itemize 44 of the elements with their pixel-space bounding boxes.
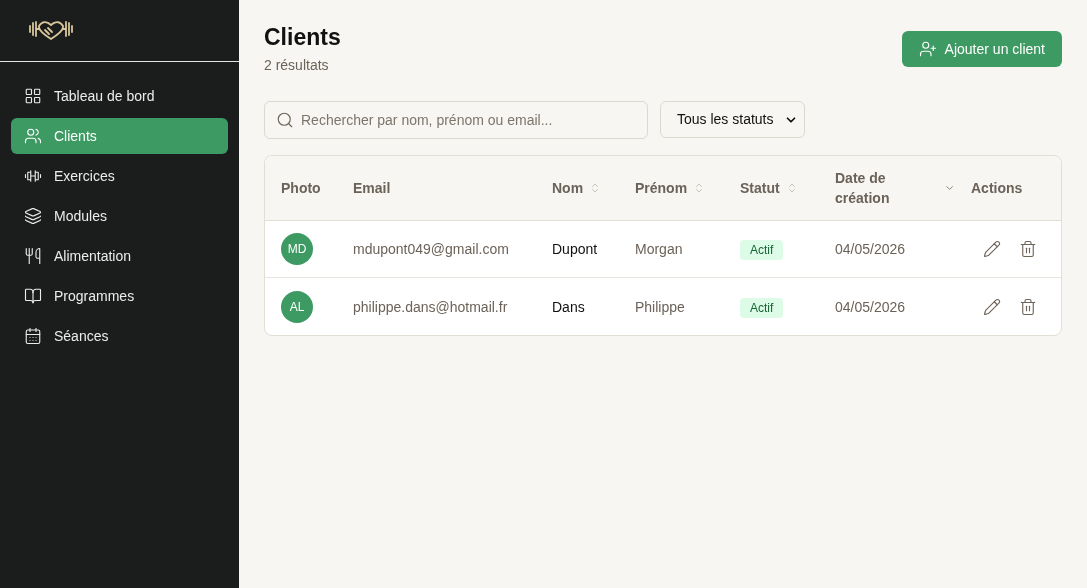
status-badge: Actif	[740, 240, 784, 260]
column-header[interactable]: Prénom	[635, 178, 688, 198]
sidebar-item[interactable]: Modules	[11, 198, 228, 234]
trash-icon[interactable]	[1019, 297, 1037, 316]
first-name-cell: Morgan	[635, 241, 683, 257]
dumbbell-icon	[24, 167, 42, 185]
date-cell: 04/05/2026	[835, 241, 906, 257]
avatar: AL	[281, 290, 313, 323]
avatar: MD	[281, 233, 313, 265]
status-select[interactable]: Tous les statuts	[660, 101, 805, 138]
add-client-button[interactable]: Ajouter un client	[901, 31, 1062, 67]
grid-icon	[24, 87, 42, 105]
sidebar-item[interactable]: Séances	[11, 318, 228, 354]
edit-icon[interactable]	[983, 240, 1001, 258]
column-header: Actions	[971, 179, 1023, 198]
email-cell: philippe.dans@hotmail.fr	[353, 298, 508, 315]
column-header[interactable]: Date de création	[835, 168, 938, 208]
first-name-cell: Philippe	[635, 298, 685, 315]
book-icon	[24, 287, 42, 305]
search-field[interactable]: Rechercher par nom, prénom ou email...	[264, 101, 648, 139]
sidebar-item[interactable]: Tableau de bord	[11, 78, 228, 114]
layers-icon	[24, 207, 42, 225]
sidebar-item[interactable]: Exercices	[11, 158, 228, 194]
column-header: Photo	[281, 179, 321, 198]
users-icon	[24, 127, 42, 145]
calendar-icon	[24, 327, 42, 345]
result-count: 2 résultats	[264, 56, 330, 75]
sidebar-item[interactable]: Clients	[11, 118, 228, 154]
utensils-icon	[24, 247, 42, 265]
email-cell: mdupont049@gmail.com	[353, 241, 509, 257]
page-title: Clients	[264, 23, 341, 52]
search-icon	[276, 111, 294, 129]
edit-icon[interactable]	[983, 297, 1001, 316]
user-plus-icon	[918, 40, 937, 58]
status-badge: Actif	[740, 297, 784, 318]
column-header: Email	[353, 179, 391, 198]
column-header[interactable]: Statut	[740, 178, 780, 198]
column-header[interactable]: Nom	[552, 178, 584, 198]
sidebar-item[interactable]: Programmes	[11, 278, 228, 314]
last-name-cell: Dans	[552, 298, 585, 315]
date-cell: 04/05/2026	[835, 298, 906, 315]
trash-icon[interactable]	[1019, 240, 1037, 258]
last-name-cell: Dupont	[552, 241, 598, 257]
sidebar-item[interactable]: Alimentation	[11, 238, 228, 274]
